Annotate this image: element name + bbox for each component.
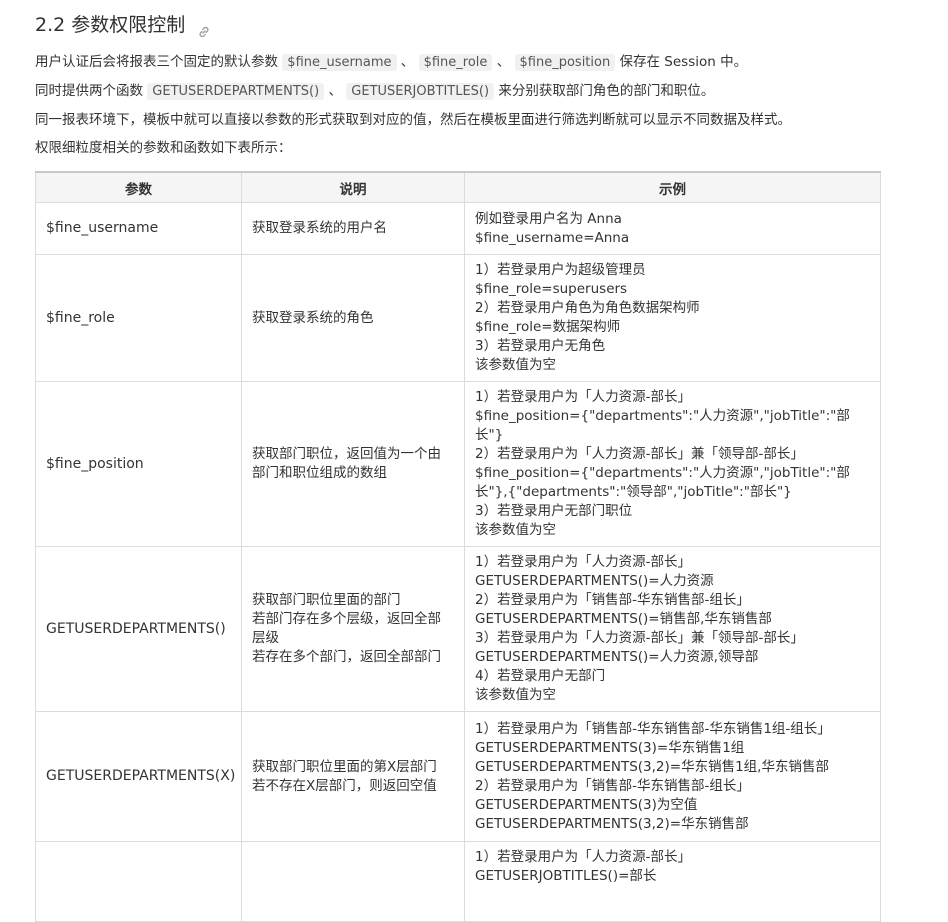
text: 同时提供两个函数: [35, 83, 143, 99]
cell-example: 1）若登录用户为「人力资源-部长」 GETUSERDEPARTMENTS()=人力…: [464, 546, 881, 712]
example-line: GETUSERDEPARTMENTS(3,2)=华东销售部: [475, 815, 749, 832]
example-line: GETUSERDEPARTMENTS(3)为空值: [475, 796, 698, 813]
inline-code-getuserjobtitles: GETUSERJOBTITLES(): [346, 83, 495, 100]
cell-desc: 获取登录系统的用户名: [241, 202, 465, 255]
desc-line: 获取登录系统的用户名: [252, 220, 387, 236]
example-line: 该参数值为空: [475, 522, 556, 538]
table-row: $fine_position 获取部门职位，返回值为一个由部门和职位组成的数组 1）…: [35, 381, 881, 547]
cell-desc: [241, 841, 465, 922]
permission-params-table: 参数 说明 示例 $fine_username 获取登录系统的用户名 例如登录用户名…: [35, 171, 881, 922]
example-line: 1）若登录用户为「人力资源-部长」: [475, 554, 691, 570]
example-line: 例如登录用户名为 Anna: [475, 210, 622, 227]
example-line: 4）若登录用户无部门: [475, 668, 606, 684]
example-line: 1）若登录用户为「销售部-华东销售部-华东销售1组-组长」: [475, 720, 831, 737]
example-line: $fine_username=Anna: [475, 229, 630, 246]
text: 、: [400, 54, 415, 70]
table-row: 1）若登录用户为「人力资源-部长」 GETUSERJOBTITLES()=部长: [35, 841, 881, 922]
doc-content: 2.2 参数权限控制 用户认证后会将报表三个固定的默认参数 $fine_user…: [0, 0, 881, 922]
cell-param: $fine_username: [35, 202, 242, 255]
inline-code-getuserdepartments: GETUSERDEPARTMENTS(): [147, 83, 325, 100]
intro-paragraph-3: 同一报表环境下，模板中就可以直接以参数的形式获取到对应的值，然后在模板里面进行筛…: [35, 112, 791, 128]
cell-example: 例如登录用户名为 Anna $fine_username=Anna: [464, 202, 881, 255]
example-line: 1）若登录用户为超级管理员: [475, 262, 646, 278]
link-icon[interactable]: [197, 18, 211, 38]
table-row: $fine_username 获取登录系统的用户名 例如登录用户名为 Anna $fi…: [35, 202, 881, 255]
example-line: GETUSERDEPARTMENTS(3)=华东销售1组: [475, 739, 745, 756]
example-line: 1）若登录用户为「人力资源-部长」: [475, 849, 691, 865]
section-heading: 2.2 参数权限控制: [35, 0, 880, 40]
example-line: 1）若登录用户为「人力资源-部长」: [475, 389, 691, 405]
table-row: GETUSERDEPARTMENTS() 获取部门职位里面的部门 若部门存在多个层级…: [35, 546, 881, 712]
desc-line: 获取部门职位，返回值为一个由部门和职位组成的数组: [252, 446, 441, 481]
example-line: GETUSERDEPARTMENTS()=人力资源,领导部: [475, 649, 759, 665]
cell-desc: 获取部门职位，返回值为一个由部门和职位组成的数组: [241, 381, 465, 547]
inline-code-fine-username: $fine_username: [282, 54, 397, 71]
section-title: 2.2 参数权限控制: [35, 14, 186, 36]
table-row: $fine_role 获取登录系统的角色 1）若登录用户为超级管理员 $fine_ro…: [35, 254, 881, 382]
example-line: 该参数值为空: [475, 687, 556, 703]
example-line: 3）若登录用户为「人力资源-部长」兼「领导部-部长」: [475, 630, 804, 646]
example-line: 2）若登录用户为「销售部-华东销售部-组长」: [475, 777, 750, 794]
inline-code-fine-position: $fine_position: [514, 54, 616, 71]
cell-param: [35, 841, 242, 922]
cell-param: GETUSERDEPARTMENTS(): [35, 546, 242, 712]
header-param: 参数: [35, 171, 242, 203]
desc-line: 若部门存在多个层级，返回全部层级: [252, 611, 441, 646]
example-line: GETUSERJOBTITLES()=部长: [475, 868, 657, 884]
example-line: 该参数值为空: [475, 357, 556, 373]
desc-line: 若存在多个部门，返回全部部门: [252, 649, 441, 665]
intro-paragraph-1: 用户认证后会将报表三个固定的默认参数 $fine_username 、 $fin…: [35, 48, 880, 77]
example-line: $fine_position={"departments":"人力资源","jo…: [475, 408, 850, 443]
inline-code-fine-role: $fine_role: [418, 54, 493, 71]
text: 、: [496, 54, 511, 70]
example-line: 2）若登录用户为「销售部-华东销售部-组长」: [475, 592, 750, 608]
cell-param: $fine_position: [35, 381, 242, 547]
text: 保存在 Session 中。: [619, 54, 748, 70]
cell-desc: 获取部门职位里面的部门若部门存在多个层级，返回全部层级若存在多个部门，返回全部部…: [241, 546, 465, 712]
table-header-row: 参数 说明 示例: [35, 171, 881, 203]
example-line: GETUSERDEPARTMENTS()=人力资源: [475, 573, 714, 589]
desc-line: 获取部门职位里面的部门: [252, 592, 401, 608]
intro-paragraph-4: 权限细粒度相关的参数和函数如下表所示：: [35, 140, 292, 156]
cell-example: 1）若登录用户为超级管理员 $fine_role=superusers 2）若登录用…: [464, 254, 881, 382]
example-line: 2）若登录用户为「人力资源-部长」兼「领导部-部长」: [475, 446, 804, 462]
cell-example: 1）若登录用户为「人力资源-部长」 $fine_position={"depart…: [464, 381, 881, 547]
cell-param: $fine_role: [35, 254, 242, 382]
cell-param: GETUSERDEPARTMENTS(X): [35, 711, 242, 842]
example-line: GETUSERDEPARTMENTS()=销售部,华东销售部: [475, 611, 772, 627]
text: 、: [328, 83, 342, 99]
text: 用户认证后会将报表三个固定的默认参数: [35, 54, 278, 70]
cell-example: 1）若登录用户为「销售部-华东销售部-华东销售1组-组长」 GETUSERDEPA…: [464, 711, 881, 842]
cell-example: 1）若登录用户为「人力资源-部长」 GETUSERJOBTITLES()=部长: [464, 841, 881, 922]
desc-line: 获取登录系统的角色: [252, 309, 374, 326]
cell-desc: 获取部门职位里面的第X层部门 若不存在X层部门，则返回空值: [241, 711, 465, 842]
cell-desc: 获取登录系统的角色: [241, 254, 465, 382]
intro-paragraph-2: 同时提供两个函数 GETUSERDEPARTMENTS() 、 GETUSERJ…: [35, 77, 880, 106]
text: 来分别获取部门角色的部门和职位。: [498, 83, 715, 99]
desc-line: 若不存在X层部门，则返回空值: [252, 777, 437, 794]
example-line: $fine_role=superusers: [475, 281, 628, 297]
header-desc: 说明: [241, 171, 465, 203]
example-line: 2）若登录用户角色为角色数据架构师: [475, 300, 700, 316]
example-line: GETUSERDEPARTMENTS(3,2)=华东销售1组,华东销售部: [475, 758, 829, 775]
example-line: 3）若登录用户无部门职位: [475, 503, 633, 519]
table-row: GETUSERDEPARTMENTS(X) 获取部门职位里面的第X层部门 若不存在X…: [35, 711, 881, 842]
header-example: 示例: [464, 171, 881, 203]
example-line: 3）若登录用户无角色: [475, 338, 606, 354]
desc-line: 获取部门职位里面的第X层部门: [252, 758, 437, 775]
example-line: $fine_position={"departments":"人力资源","jo…: [475, 465, 850, 500]
example-line: $fine_role=数据架构师: [475, 319, 621, 335]
